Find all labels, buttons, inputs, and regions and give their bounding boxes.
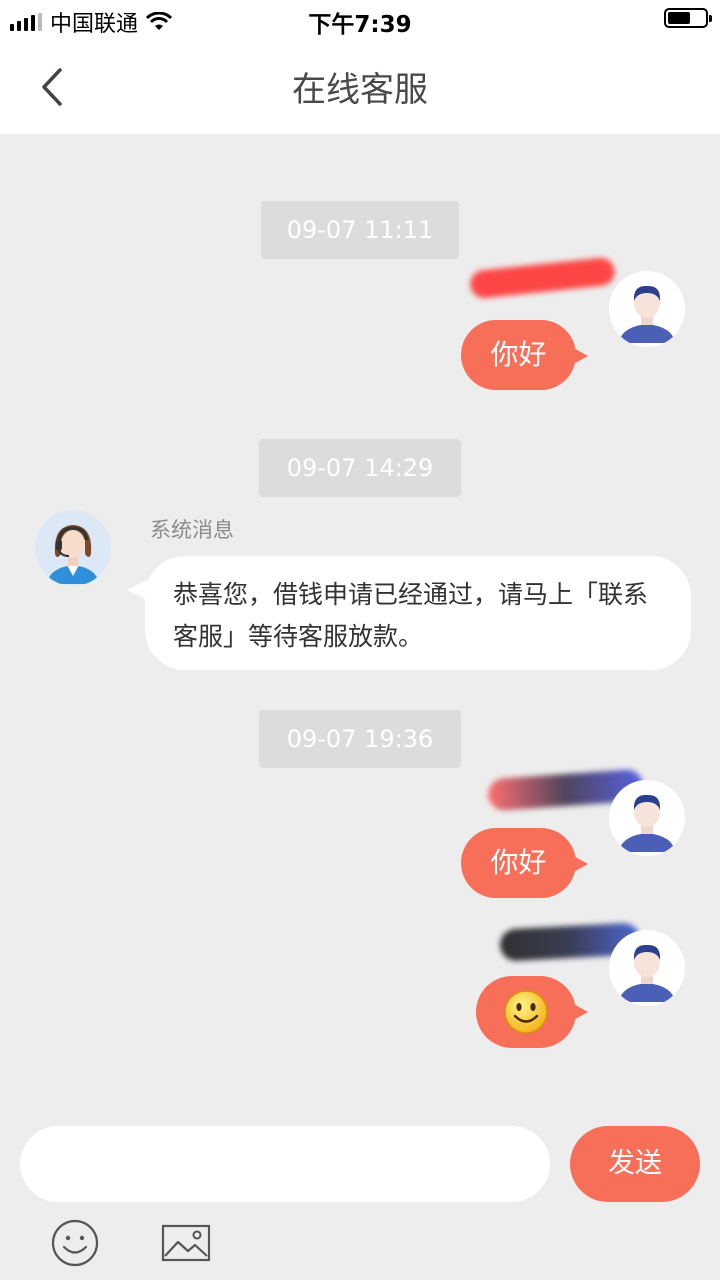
timestamp: 09-07 14:29 (259, 439, 461, 497)
nav-bar: 在线客服 (0, 40, 720, 134)
smiley-icon[interactable] (50, 1218, 100, 1268)
status-time: 下午7:39 (308, 12, 412, 38)
incoming-message[interactable]: 恭喜您，借钱申请已经通过，请马上「联系客服」等待客服放款。 (127, 556, 691, 670)
image-icon[interactable] (161, 1224, 211, 1264)
user-avatar[interactable] (609, 780, 685, 856)
user-avatar[interactable] (609, 930, 685, 1006)
composer: 发送 (0, 1114, 720, 1280)
timestamp: 09-07 19:36 (259, 710, 461, 768)
message-text: 恭喜您，借钱申请已经通过，请马上「联系客服」等待客服放款。 (173, 580, 649, 651)
outgoing-emoji-message[interactable] (476, 976, 588, 1048)
redacted-name (468, 256, 617, 300)
user-avatar-icon (609, 930, 685, 1006)
message-text: 你好 (490, 338, 547, 371)
message-input[interactable] (20, 1126, 550, 1202)
outgoing-message[interactable]: 你好 (461, 828, 588, 898)
battery-icon (664, 8, 712, 28)
sender-name: 系统消息 (150, 518, 234, 542)
timestamp: 09-07 11:11 (261, 201, 459, 259)
chat-area[interactable]: 09-07 11:11 你好 09-07 14:29 系统消息 恭喜您，借钱申请… (0, 134, 720, 1114)
user-avatar-icon (609, 780, 685, 856)
page-title: 在线客服 (292, 70, 428, 110)
support-agent-avatar[interactable] (35, 510, 111, 586)
user-avatar[interactable] (609, 271, 685, 347)
send-button[interactable]: 发送 (570, 1126, 700, 1202)
headset-agent-icon (35, 510, 111, 586)
message-text: 你好 (490, 846, 547, 879)
outgoing-message[interactable]: 你好 (461, 320, 588, 390)
user-avatar-icon (609, 271, 685, 347)
status-bar: 中国联通 下午7:39 (0, 0, 720, 40)
smile-emoji-icon (504, 990, 548, 1034)
